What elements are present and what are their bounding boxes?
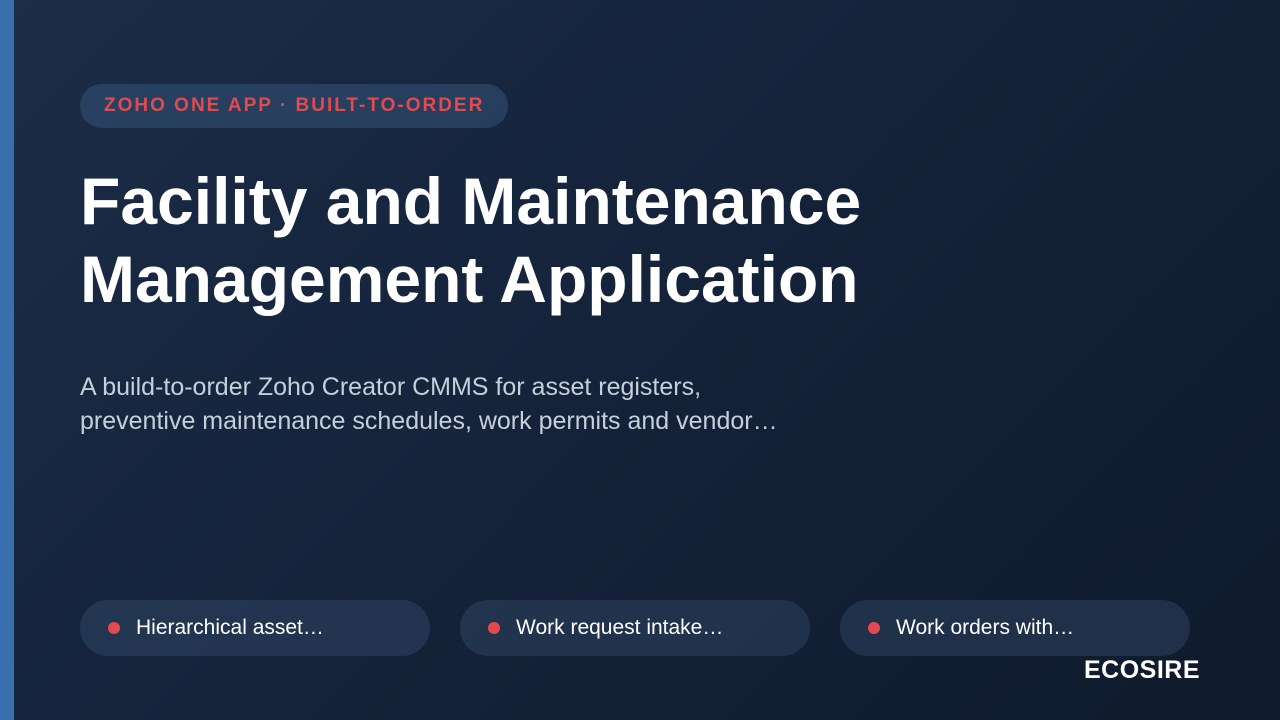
feature-label: Work orders with…	[896, 616, 1075, 639]
page-subtitle-line-1: A build-to-order Zoho Creator CMMS for a…	[80, 373, 702, 401]
page-title-line-1: Facility and Maintenance	[80, 164, 862, 238]
category-tag-label: ZOHO ONE APP · BUILT-TO-ORDER	[104, 95, 485, 116]
feature-label: Work request intake…	[516, 616, 724, 639]
page-subtitle-line-2: preventive maintenance schedules, work p…	[80, 407, 778, 435]
bullet-dot-icon	[488, 622, 500, 634]
page-subtitle: A build-to-order Zoho Creator CMMS for a…	[80, 370, 980, 438]
feature-pill-work-orders: Work orders with…	[840, 600, 1190, 656]
feature-label: Hierarchical asset…	[136, 616, 324, 639]
brand-logo: ECOSIRE	[1083, 656, 1200, 684]
bullet-dot-icon	[108, 622, 120, 634]
page-title-line-2: Management Application	[80, 242, 859, 316]
left-accent-bar	[0, 0, 14, 720]
category-tag: ZOHO ONE APP · BUILT-TO-ORDER	[80, 84, 509, 128]
bullet-dot-icon	[868, 622, 880, 634]
feature-pill-asset: Hierarchical asset…	[80, 600, 430, 656]
page-title: Facility and Maintenance Management Appl…	[80, 162, 1180, 318]
feature-pill-work-request: Work request intake…	[460, 600, 810, 656]
